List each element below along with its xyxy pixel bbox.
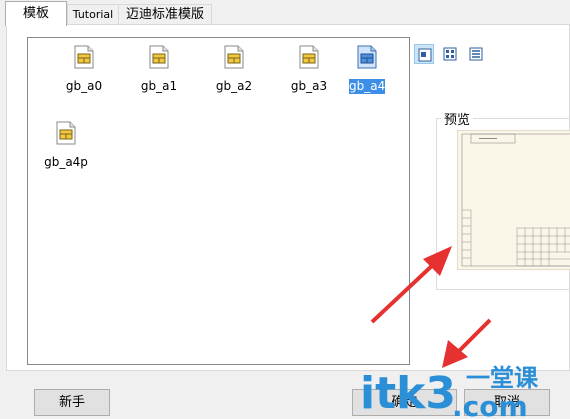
annotation-arrows	[370, 246, 492, 368]
svg-text:一堂课: 一堂课	[466, 364, 539, 392]
red-arrow-to-preview	[370, 246, 452, 324]
tab-label: 模板	[22, 6, 49, 21]
tab-templates[interactable]: 模板	[5, 1, 67, 26]
svg-text:itk3: itk3	[360, 368, 456, 419]
itk3-watermark-logo: itk3 一堂课 .com	[360, 364, 539, 419]
svg-text:.com: .com	[452, 390, 528, 419]
